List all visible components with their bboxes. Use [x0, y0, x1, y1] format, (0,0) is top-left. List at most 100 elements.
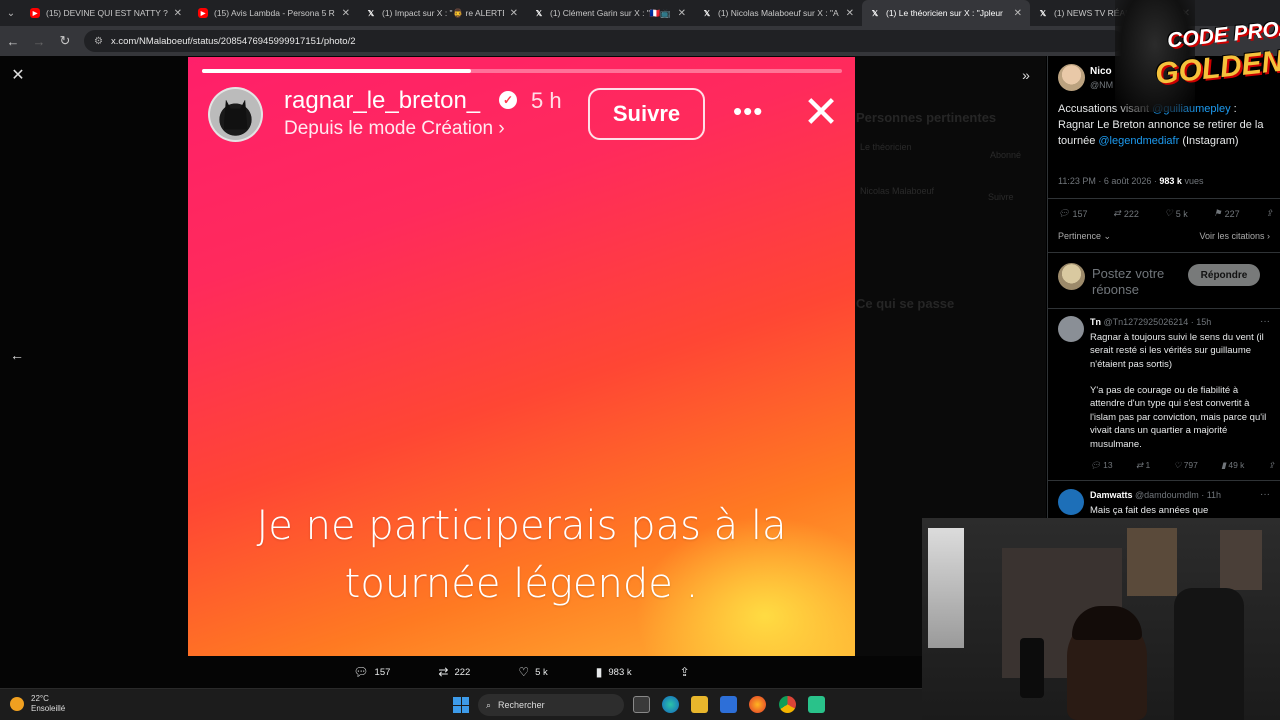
story-subline[interactable]: Depuis le mode Création › — [284, 118, 505, 140]
browser-tab[interactable]: 𝕏 (1) Nicolas Malaboeuf sur X : "A ✕ — [694, 0, 862, 26]
browser-tab[interactable]: 𝕏 (1) Clément Garin sur X : "🇫🇷📺 ✕ — [526, 0, 694, 26]
views-button[interactable]: ▮ 49 k — [1221, 460, 1244, 471]
more-options-icon[interactable]: ··· — [1260, 316, 1270, 327]
author-handle[interactable]: @NM — [1090, 80, 1113, 90]
repost-button[interactable]: ⇄ 1 — [1136, 460, 1150, 471]
sort-dropdown[interactable]: Pertinence ⌄ — [1058, 231, 1111, 242]
reply-button[interactable]: 💬︎ 157 — [353, 660, 390, 684]
chevron-down-icon: ⌄ — [1103, 231, 1112, 241]
repost-button[interactable]: ⇄ 222 — [438, 660, 470, 684]
browser-tab-bar: ⌄ ▶ (15) DEVINE QUI EST NATTY ? • ✕ ▶ (15) … — [0, 0, 1280, 26]
store-icon[interactable] — [720, 696, 737, 713]
analytics-icon: ▮ — [595, 665, 603, 679]
reply-input[interactable]: Postez votre réponse — [1092, 266, 1192, 294]
avatar[interactable] — [208, 87, 263, 142]
like-button[interactable]: ♡ 797 — [1174, 460, 1198, 471]
poster-shape — [1220, 530, 1262, 590]
share-icon: ⇪ — [679, 665, 690, 679]
ghost-follow: Suivre — [988, 192, 1014, 202]
repost-icon: ⇄ — [1136, 460, 1144, 470]
chair-shape — [1174, 588, 1244, 720]
analytics-icon: ▮ — [1221, 460, 1226, 470]
close-tab-icon[interactable]: ✕ — [342, 8, 350, 19]
author-name[interactable]: Nico — [1090, 66, 1112, 77]
media-actions: 💬︎ 157 ⇄ 222 ♡ 5 k ▮ 983 k ⇪ — [188, 660, 855, 684]
divider — [1048, 480, 1280, 481]
app-icon[interactable] — [808, 696, 825, 713]
sun-icon — [10, 697, 24, 711]
tab-search-icon[interactable]: ⌄ — [0, 0, 22, 26]
caption-line: Je ne participerais pas à la — [256, 503, 787, 549]
more-options-icon[interactable]: ••• — [733, 98, 763, 124]
ghost-user: Nicolas Malaboeuf — [860, 186, 935, 196]
close-icon[interactable]: ✕ — [9, 66, 27, 84]
address-bar[interactable]: ⚙ x.com/NMalaboeuf/status/20854769459999… — [84, 30, 1124, 52]
share-button[interactable]: ⇪ — [680, 660, 690, 684]
story-username[interactable]: ragnar_le_breton_ — [284, 87, 480, 115]
verified-badge-icon: ✓ — [499, 91, 517, 109]
comment-header[interactable]: Damwatts @damdoumdlm · 11h — [1090, 490, 1221, 500]
expand-icon[interactable]: » — [1017, 66, 1035, 84]
windows-start-icon[interactable] — [453, 697, 469, 713]
x-icon: 𝕏 — [703, 8, 711, 18]
webcam-overlay — [922, 518, 1280, 720]
reply-button[interactable]: 💬︎ 157 — [1058, 208, 1087, 219]
browser-tab[interactable]: ▶ (15) Avis Lambda - Persona 5 R ✕ — [190, 0, 358, 26]
close-tab-icon[interactable]: ✕ — [174, 8, 182, 19]
repost-icon: ⇄ — [438, 665, 449, 679]
repost-button[interactable]: ⇄ 222 — [1113, 208, 1139, 219]
mention-link[interactable]: @legendmediafr — [1098, 135, 1179, 147]
browser-tab-active[interactable]: 𝕏 (1) Le théoricien sur X : "Jpleur ✕ — [862, 0, 1030, 26]
close-tab-icon[interactable]: ✕ — [510, 8, 518, 19]
comment-icon: 💬︎ — [1058, 208, 1070, 218]
story-close-icon[interactable]: ✕ — [800, 91, 842, 135]
chrome-icon[interactable] — [779, 696, 796, 713]
comment-text: Y'a pas de courage ou de fiabilité à att… — [1090, 385, 1267, 450]
views-button[interactable]: ▮ 983 k — [596, 660, 632, 684]
more-options-icon[interactable]: ··· — [1260, 489, 1270, 500]
ghost-user: Le théoricien — [860, 142, 912, 152]
reply-button[interactable]: 💬︎ 13 — [1090, 460, 1113, 471]
back-icon[interactable]: ← — [0, 26, 26, 56]
repost-icon: ⇄ — [1113, 208, 1121, 218]
firefox-icon[interactable] — [749, 696, 766, 713]
arrow-left-icon[interactable]: ← — [8, 346, 26, 364]
bookmark-button[interactable]: ⚑ 227 — [1214, 208, 1240, 219]
task-view-icon[interactable] — [633, 696, 650, 713]
window-shape — [928, 528, 964, 648]
stream-overlay-logo: CODE PROZIS GOLDENG — [1115, 0, 1280, 112]
divider — [1048, 308, 1280, 309]
file-explorer-icon[interactable] — [691, 696, 708, 713]
view-quotes-link[interactable]: Voir les citations › — [1199, 231, 1270, 241]
avatar[interactable] — [1058, 64, 1085, 91]
follow-button[interactable]: Suivre — [588, 88, 705, 140]
tweet-meta: 11:23 PM · 6 août 2026 · 983 k vues — [1058, 176, 1204, 186]
comment-text: Ragnar à toujours suivi le sens du vent … — [1090, 332, 1264, 370]
close-tab-icon[interactable]: ✕ — [1014, 8, 1022, 19]
taskbar-search[interactable]: ⌕ Rechercher — [478, 694, 624, 716]
like-button[interactable]: ♡ 5 k — [518, 660, 547, 684]
comment-header[interactable]: Tn @Tn1272925026214 · 15h — [1090, 317, 1211, 327]
site-info-icon[interactable]: ⚙ — [94, 36, 103, 47]
close-tab-icon[interactable]: ✕ — [846, 8, 854, 19]
browser-toolbar: ← → ↻ ⚙ x.com/NMalaboeuf/status/20854769… — [0, 26, 1280, 56]
story-image[interactable]: ragnar_le_breton_ ✓ 5 h Depuis le mode C… — [188, 57, 855, 656]
heart-icon: ♡ — [1173, 460, 1182, 470]
reload-icon[interactable]: ↻ — [52, 26, 78, 56]
edge-icon[interactable] — [662, 696, 679, 713]
comment-icon: 💬︎ — [1090, 460, 1101, 470]
share-button[interactable]: ⇪ — [1268, 460, 1275, 471]
avatar[interactable] — [1058, 489, 1084, 515]
avatar[interactable] — [1058, 316, 1084, 342]
close-tab-icon[interactable]: ✕ — [678, 8, 686, 19]
divider — [1048, 198, 1280, 199]
weather-widget[interactable]: 22°C Ensoleillé — [10, 694, 65, 714]
browser-tab[interactable]: ▶ (15) DEVINE QUI EST NATTY ? • ✕ — [22, 0, 190, 26]
share-button[interactable]: ⇪ — [1265, 208, 1273, 219]
forward-icon[interactable]: → — [26, 26, 52, 56]
reply-submit-button[interactable]: Répondre — [1188, 264, 1260, 286]
batman-mask-icon — [223, 99, 248, 130]
avatar — [1058, 263, 1085, 290]
like-button[interactable]: ♡ 5 k — [1165, 208, 1188, 219]
browser-tab[interactable]: 𝕏 (1) Impact sur X : "🧔‍♂️ re ALERTE ✕ — [358, 0, 526, 26]
